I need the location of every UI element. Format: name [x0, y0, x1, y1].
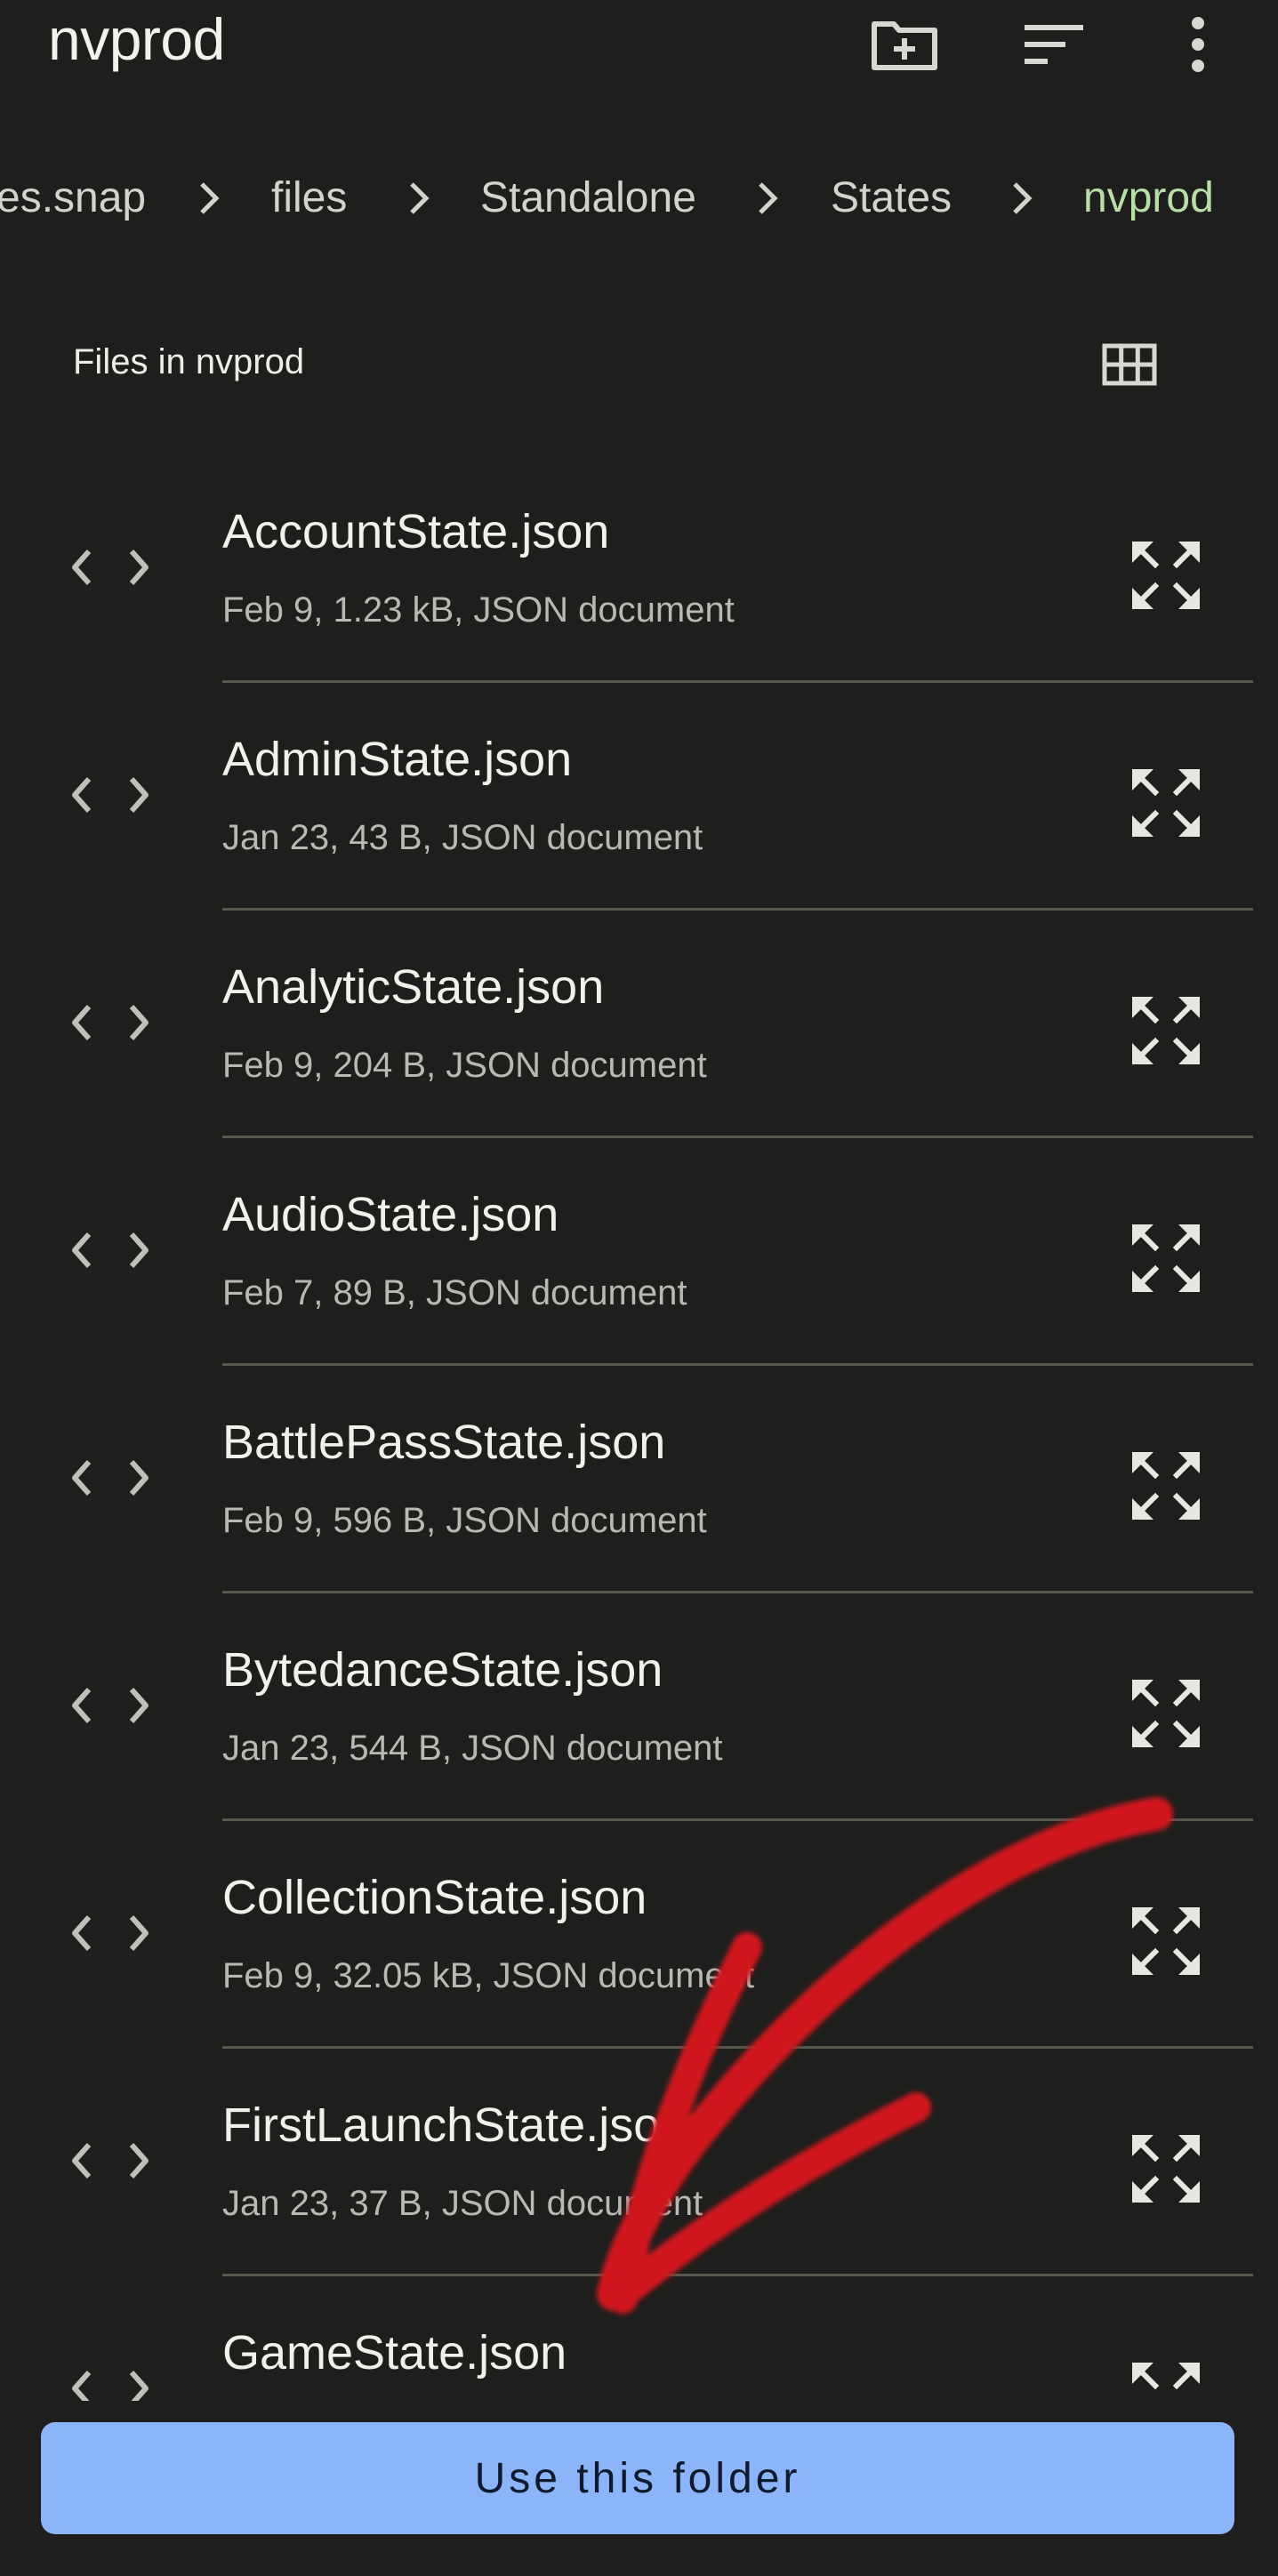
file-meta: Feb 7, 89 B, JSON document	[222, 1273, 687, 1312]
file-meta: Feb 9, 204 B, JSON document	[222, 1046, 707, 1085]
file-meta: Jan 23, 37 B, JSON document	[222, 2184, 703, 2223]
section-title: Files in nvprod	[73, 342, 305, 381]
app-title: nvprod	[48, 6, 225, 72]
breadcrumb: es.snap files Standalone States nvprod	[0, 158, 1278, 238]
chevron-right-icon	[200, 182, 220, 214]
file-list: AccountState.json Feb 9, 1.23 kB, JSON do…	[0, 455, 1278, 2504]
breadcrumb-item[interactable]: es.snap	[0, 158, 146, 238]
expand-icon[interactable]	[1121, 1668, 1211, 1759]
code-file-icon	[72, 1232, 149, 1268]
expand-icon[interactable]	[1121, 1896, 1211, 1986]
file-name: BytedanceState.json	[222, 1643, 663, 1697]
code-file-icon	[72, 550, 149, 585]
breadcrumb-item[interactable]: Standalone	[480, 158, 696, 238]
file-name: BattlePassState.json	[222, 1416, 666, 1469]
breadcrumb-item[interactable]: files	[271, 158, 347, 238]
breadcrumb-item[interactable]: States	[831, 158, 952, 238]
chevron-right-icon	[410, 182, 430, 214]
file-name: FirstLaunchState.json	[222, 2099, 687, 2152]
top-app-bar: nvprod	[0, 0, 1278, 98]
file-name: GameState.json	[222, 2326, 567, 2379]
expand-icon[interactable]	[1121, 1213, 1211, 1304]
file-row[interactable]: FirstLaunchState.json Jan 23, 37 B, JSON …	[0, 2049, 1278, 2276]
file-row[interactable]: AccountState.json Feb 9, 1.23 kB, JSON do…	[0, 455, 1278, 683]
use-this-folder-button[interactable]: Use this folder	[41, 2422, 1234, 2534]
file-name: AnalyticState.json	[222, 960, 605, 1014]
code-file-icon	[72, 1460, 149, 1496]
code-file-icon	[72, 1005, 149, 1040]
file-meta: Jan 23, 43 B, JSON document	[222, 818, 703, 857]
grid-view-icon[interactable]	[1092, 331, 1167, 398]
expand-icon[interactable]	[1121, 1440, 1211, 1531]
file-meta: Jan 23, 544 B, JSON document	[222, 1729, 723, 1768]
file-row[interactable]: AudioState.json Feb 7, 89 B, JSON documen…	[0, 1138, 1278, 1366]
more-vert-icon[interactable]	[1158, 9, 1238, 80]
file-name: CollectionState.json	[222, 1871, 647, 1924]
file-row[interactable]: BytedanceState.json Jan 23, 544 B, JSON d…	[0, 1593, 1278, 1821]
expand-icon[interactable]	[1121, 985, 1211, 1076]
code-file-icon	[72, 1688, 149, 1723]
file-meta: Feb 9, 1.23 kB, JSON document	[222, 590, 735, 630]
sort-icon[interactable]	[1014, 9, 1094, 80]
chevron-right-icon	[1013, 182, 1033, 214]
chevron-right-icon	[759, 182, 778, 214]
code-file-icon	[72, 1915, 149, 1951]
expand-icon[interactable]	[1121, 530, 1211, 621]
code-file-icon	[72, 777, 149, 813]
expand-icon[interactable]	[1121, 2123, 1211, 2214]
file-row[interactable]: BattlePassState.json Feb 9, 596 B, JSON d…	[0, 1366, 1278, 1593]
code-file-icon	[72, 2143, 149, 2179]
file-row[interactable]: CollectionState.json Feb 9, 32.05 kB, JSO…	[0, 1821, 1278, 2049]
file-meta: Feb 9, 32.05 kB, JSON document	[222, 1956, 755, 1995]
file-row[interactable]: AdminState.json Jan 23, 43 B, JSON docume…	[0, 683, 1278, 911]
expand-icon[interactable]	[1121, 758, 1211, 848]
file-meta: Feb 9, 596 B, JSON document	[222, 1501, 707, 1540]
new-folder-icon[interactable]	[864, 9, 944, 80]
file-name: AccountState.json	[222, 505, 610, 558]
breadcrumb-current[interactable]: nvprod	[1083, 158, 1214, 238]
file-name: AudioState.json	[222, 1188, 559, 1241]
file-row[interactable]: AnalyticState.json Feb 9, 204 B, JSON doc…	[0, 911, 1278, 1138]
file-name: AdminState.json	[222, 733, 573, 786]
